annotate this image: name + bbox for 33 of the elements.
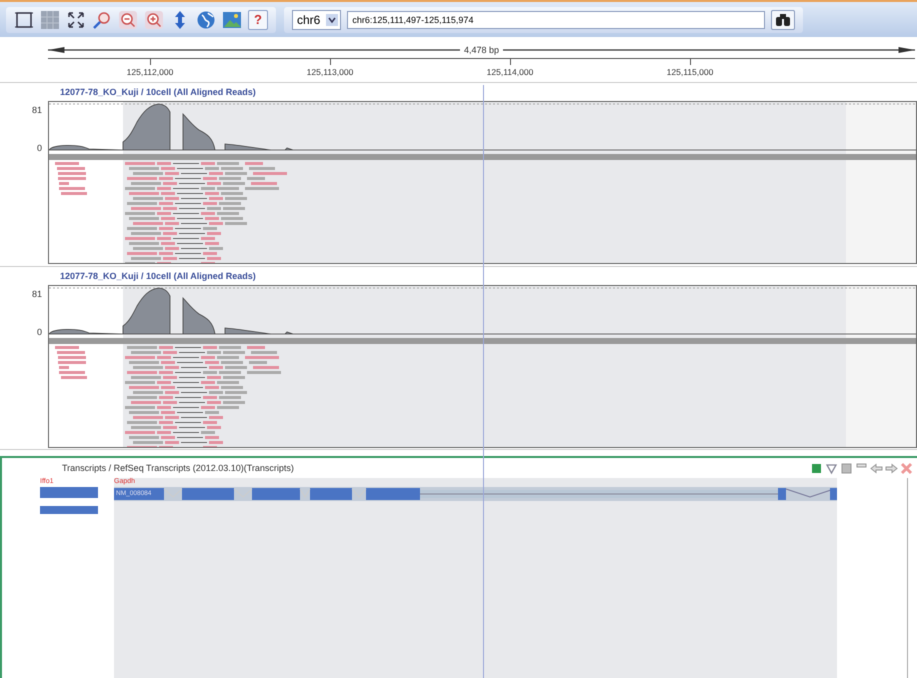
tick-label: 125,114,000	[486, 67, 534, 78]
chromosome-dropdown[interactable]: chr6	[292, 10, 342, 30]
expand-arrows-icon[interactable]	[66, 10, 86, 30]
transcript-drawing[interactable]	[114, 487, 837, 501]
triangle-down-icon[interactable]	[825, 462, 838, 474]
frame-icon[interactable]	[14, 10, 34, 30]
track-title: 12077-78_KO_Kuji / 10cell (All Aligned Reads)	[60, 87, 257, 100]
grid-icon[interactable]	[40, 10, 60, 30]
square-icon[interactable]	[810, 462, 823, 474]
axis-min-label: 0	[36, 326, 42, 337]
close-icon[interactable]	[900, 462, 913, 474]
left-arrow-icon[interactable]	[870, 462, 883, 474]
picture-icon[interactable]	[222, 10, 242, 30]
tick-label: 125,115,000	[666, 67, 714, 78]
track-title: Transcripts / RefSeq Transcripts (2012.03.10)(Transcripts)	[62, 463, 295, 473]
search-button[interactable]	[771, 10, 796, 30]
caret-icon	[326, 14, 338, 26]
axis-max-label: 81	[32, 105, 42, 116]
help-button[interactable]: ?	[248, 10, 268, 30]
tick-label: 125,112,000	[126, 67, 174, 78]
axis-min-label: 0	[36, 143, 42, 154]
zoom-in-icon[interactable]	[144, 10, 164, 30]
track-title: 12077-78_KO_Kuji / 10cell (All Aligned Reads)	[60, 270, 257, 283]
binoculars-icon	[775, 12, 792, 27]
square-icon[interactable]	[840, 462, 853, 474]
zoom-out-icon[interactable]	[118, 10, 138, 30]
axis-max-label: 81	[32, 288, 42, 299]
zoom-region-icon[interactable]	[92, 10, 112, 30]
right-arrow-icon[interactable]	[885, 462, 898, 474]
globe-icon[interactable]	[196, 10, 216, 30]
span-label: 4,478 bp	[464, 45, 500, 56]
locus-field[interactable]: chr6:125,111,497-125,115,974	[347, 10, 766, 29]
tick-label: 125,113,000	[306, 67, 354, 78]
